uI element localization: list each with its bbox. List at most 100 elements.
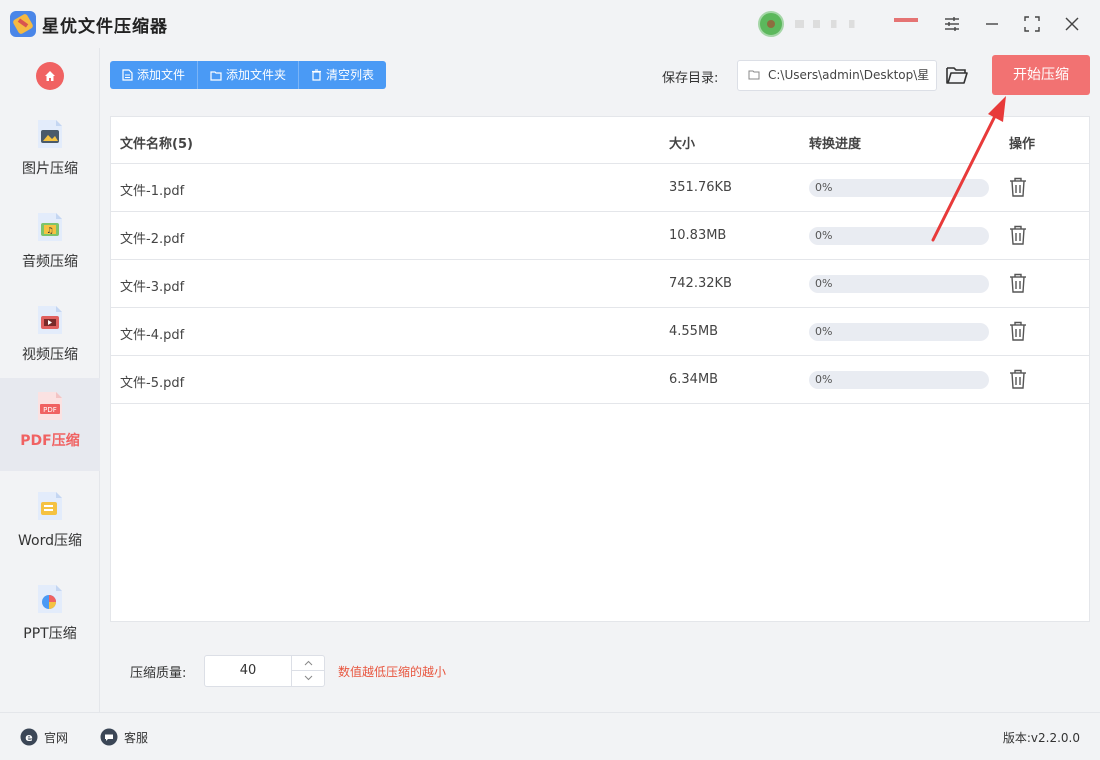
start-compress-button[interactable]: 开始压缩 [992, 55, 1090, 95]
save-dir-input[interactable]: C:\Users\admin\Desktop\星 [737, 60, 937, 91]
file-size: 742.32KB [669, 276, 732, 291]
file-name: 文件-1.pdf [120, 184, 185, 199]
progress-bar: 0% [809, 371, 989, 389]
sidebar-item-label: PPT压缩 [23, 626, 77, 642]
quality-label: 压缩质量: [130, 666, 187, 681]
table-row: 文件-5.pdf 6.34MB 0% [111, 356, 1089, 404]
progress-bar: 0% [809, 179, 989, 197]
trash-icon [312, 69, 322, 81]
file-toolbar: 添加文件 添加文件夹 清空列表 [110, 61, 387, 89]
sidebar-item-video[interactable]: 视频压缩 [0, 292, 100, 385]
progress-text: 0% [815, 325, 833, 338]
minimize-icon[interactable] [978, 10, 1006, 38]
sidebar-item-label: 视频压缩 [22, 347, 78, 363]
header-size: 大小 [669, 137, 696, 152]
header-progress: 转换进度 [809, 137, 862, 152]
sidebar-item-image[interactable]: 图片压缩 [0, 106, 100, 199]
word-file-icon [38, 492, 62, 520]
title-bar: 星优文件压缩器 [0, 0, 1100, 48]
table-header: 文件名称(5) 大小 转换进度 操作 [111, 117, 1089, 164]
progress-bar: 0% [809, 275, 989, 293]
website-label: 官网 [44, 730, 69, 745]
chevron-up-icon [304, 660, 312, 666]
image-file-icon [38, 120, 62, 148]
video-file-icon [38, 306, 62, 334]
version-text: 版本:v2.2.0.0 [1002, 731, 1080, 745]
sidebar: 图片压缩 ♫ 音频压缩 视频压缩 PDF PDF压缩 Word压缩 PPT压缩 [0, 48, 100, 712]
save-dir-label: 保存目录: [662, 71, 719, 86]
support-label: 客服 [124, 730, 149, 745]
delete-row-icon[interactable] [1009, 273, 1027, 293]
progress-text: 0% [815, 229, 833, 242]
file-size: 4.55MB [669, 324, 719, 339]
svg-text:♫: ♫ [46, 226, 53, 235]
add-file-label: 添加文件 [137, 68, 186, 82]
table-row: 文件-2.pdf 10.83MB 0% [111, 212, 1089, 260]
sidebar-item-ppt[interactable]: PPT压缩 [0, 571, 100, 664]
chat-icon [100, 728, 118, 746]
website-icon: e [20, 728, 38, 746]
delete-row-icon[interactable] [1009, 369, 1027, 389]
quality-hint: 数值越低压缩的越小 [338, 665, 447, 679]
file-name: 文件-2.pdf [120, 232, 185, 247]
clear-list-button[interactable]: 清空列表 [299, 61, 386, 89]
vip-badge [894, 18, 918, 22]
header-name: 文件名称(5) [120, 137, 193, 152]
quality-stepper[interactable]: 40 [204, 655, 325, 687]
folder-icon [210, 70, 222, 81]
clear-list-label: 清空列表 [326, 68, 375, 82]
table-row: 文件-1.pdf 351.76KB 0% [111, 164, 1089, 212]
progress-text: 0% [815, 373, 833, 386]
sidebar-item-label: PDF压缩 [20, 433, 80, 449]
quality-value[interactable]: 40 [205, 656, 291, 686]
save-dir-value: C:\Users\admin\Desktop\星 [768, 68, 930, 82]
user-avatar[interactable] [758, 11, 784, 37]
user-name-redacted [795, 20, 885, 28]
table-row: 文件-3.pdf 742.32KB 0% [111, 260, 1089, 308]
file-size: 351.76KB [669, 180, 732, 195]
file-name: 文件-4.pdf [120, 328, 185, 343]
footer: e 官网 客服 版本:v2.2.0.0 [0, 712, 1100, 760]
progress-bar: 0% [809, 227, 989, 245]
svg-text:e: e [25, 731, 32, 744]
add-file-button[interactable]: 添加文件 [110, 61, 199, 89]
close-icon[interactable] [1058, 10, 1086, 38]
delete-row-icon[interactable] [1009, 177, 1027, 197]
compress-settings: 压缩质量: 40 数值越低压缩的越小 [110, 630, 1090, 710]
app-logo-icon [10, 11, 36, 37]
header-action: 操作 [1009, 137, 1036, 152]
svg-text:PDF: PDF [43, 406, 57, 414]
support-link[interactable]: 客服 [100, 728, 148, 746]
ppt-file-icon [38, 585, 62, 613]
progress-text: 0% [815, 181, 833, 194]
settings-icon[interactable] [938, 10, 966, 38]
add-folder-label: 添加文件夹 [226, 68, 287, 82]
file-size: 6.34MB [669, 372, 719, 387]
file-icon [122, 69, 133, 81]
sidebar-item-audio[interactable]: ♫ 音频压缩 [0, 199, 100, 292]
chevron-down-icon [304, 675, 312, 681]
sidebar-item-label: 音频压缩 [22, 254, 78, 270]
delete-row-icon[interactable] [1009, 321, 1027, 341]
file-size: 10.83MB [669, 228, 727, 243]
sidebar-item-label: Word压缩 [18, 533, 82, 549]
sidebar-item-pdf[interactable]: PDF PDF压缩 [0, 378, 100, 471]
folder-outline-icon [748, 70, 760, 80]
quality-increase-button[interactable] [291, 656, 324, 671]
file-name: 文件-3.pdf [120, 280, 185, 295]
website-link[interactable]: e 官网 [20, 728, 68, 746]
file-name: 文件-5.pdf [120, 376, 185, 391]
quality-decrease-button[interactable] [291, 671, 324, 686]
progress-text: 0% [815, 277, 833, 290]
open-folder-icon[interactable] [945, 64, 969, 86]
table-row: 文件-4.pdf 4.55MB 0% [111, 308, 1089, 356]
sidebar-item-label: 图片压缩 [22, 161, 78, 177]
pdf-file-icon: PDF [38, 392, 62, 420]
app-title: 星优文件压缩器 [42, 17, 168, 37]
maximize-icon[interactable] [1018, 10, 1046, 38]
sidebar-item-word[interactable]: Word压缩 [0, 478, 100, 571]
home-icon[interactable] [36, 62, 64, 90]
file-table: 文件名称(5) 大小 转换进度 操作 文件-1.pdf 351.76KB 0% … [110, 116, 1090, 622]
add-folder-button[interactable]: 添加文件夹 [198, 61, 300, 89]
delete-row-icon[interactable] [1009, 225, 1027, 245]
